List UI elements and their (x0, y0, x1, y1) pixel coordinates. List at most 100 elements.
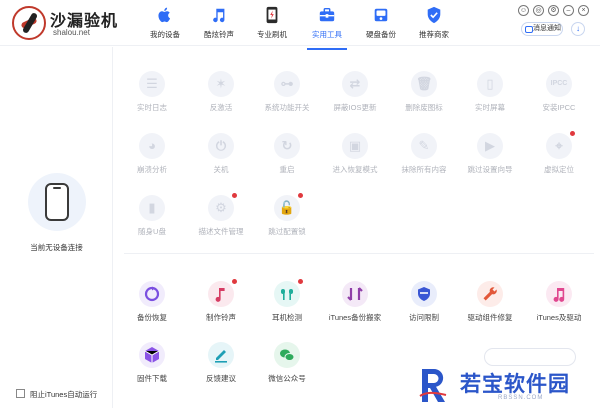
disk-backup-icon (374, 8, 388, 22)
tool-skip-config-lock[interactable]: 🔓 跳过配置锁 (254, 193, 320, 245)
tool-crash-analysis[interactable]: ◕ 崩溃分析 (119, 133, 185, 183)
watermark-subtext: RBSSN.COM (498, 395, 544, 401)
tool-usb-drive[interactable]: ▮ 随身U盘 (119, 195, 185, 245)
close-icon[interactable]: × (578, 5, 589, 16)
firmware-cube-icon (139, 342, 165, 368)
tool-label: 随身U盘 (138, 227, 166, 236)
tool-install-ipcc[interactable]: IPCC 安装IPCC (526, 71, 592, 121)
usb-icon: ▮ (139, 195, 165, 221)
wechat-icon (274, 342, 300, 368)
tool-label: 关机 (213, 165, 229, 174)
no-device-text: 当前无设备连接 (30, 243, 83, 252)
tool-label: 安装IPCC (542, 103, 576, 112)
tool-driver-repair[interactable]: 驱动组件修复 (457, 281, 523, 331)
badge-dot (232, 193, 237, 198)
phone-icon (45, 183, 69, 221)
trash-icon: 🗑 (411, 71, 437, 97)
skip-wizard-icon: ▶ (477, 133, 503, 159)
tool-label: 反馈建议 (206, 374, 236, 383)
tool-profile-manage[interactable]: ⚙ 描述文件管理 (188, 193, 254, 245)
download-icon[interactable]: ↓ (571, 22, 585, 36)
gear-icon: ⚙ (208, 193, 237, 221)
tool-erase-all[interactable]: ✎ 抹除所有内容 (391, 133, 457, 183)
tool-label: 访问限制 (409, 313, 439, 322)
tool-label: 备份恢复 (137, 313, 167, 322)
device-placeholder (28, 173, 86, 231)
tool-label: 耳机检测 (272, 313, 302, 322)
itunes-auto-label: 阻止iTunes自动运行 (30, 390, 98, 399)
nav-ringtones[interactable]: 酷炫铃声 (189, 6, 249, 46)
nav-tools[interactable]: 实用工具 (297, 6, 357, 50)
tool-label: 驱动组件修复 (467, 313, 513, 322)
shield-check-icon (427, 6, 441, 24)
tool-itunes-backup-move[interactable]: iTunes备份搬家 (322, 281, 388, 331)
tool-itunes-driver[interactable]: iTunes及驱动 (526, 281, 592, 331)
tool-delete-icons[interactable]: 🗑 删除废图标 (391, 71, 457, 121)
tool-label: 实时屏幕 (475, 103, 505, 112)
nav-flash[interactable]: 专业刷机 (242, 6, 302, 46)
minimize-icon[interactable]: – (563, 5, 574, 16)
tool-label: 删除废图标 (405, 103, 443, 112)
tool-label: 抹除所有内容 (401, 165, 447, 174)
itunes-auto-checkbox[interactable] (16, 389, 25, 398)
tool-label: 制作铃声 (206, 313, 236, 322)
tool-label: 虚拟定位 (544, 165, 574, 174)
watermark-logo-icon (419, 368, 447, 402)
tool-firmware-download[interactable]: 固件下载 (119, 342, 185, 392)
tool-label: 固件下载 (137, 374, 167, 383)
tool-label: 反激活 (209, 103, 233, 112)
tool-shutdown[interactable]: ⏻ 关机 (188, 133, 254, 183)
tool-earphone-test[interactable]: 耳机检测 (254, 279, 320, 331)
nav-my-device[interactable]: 我的设备 (135, 6, 195, 46)
earphones-icon (274, 279, 303, 307)
erase-icon: ✎ (411, 133, 437, 159)
screen-icon: ▯ (477, 71, 503, 97)
account-icon[interactable]: ☺ (518, 5, 529, 16)
tool-recovery-mode[interactable]: ▣ 进入恢复模式 (322, 133, 388, 183)
tool-label: 崩溃分析 (137, 165, 167, 174)
tool-skip-wizard[interactable]: ▶ 跳过设置向导 (457, 133, 523, 183)
tool-wechat[interactable]: 微信公众号 (254, 342, 320, 392)
recovery-icon: ▣ (342, 133, 368, 159)
tool-block-update[interactable]: ⇄ 屏蔽IOS更新 (322, 71, 388, 121)
tool-backup-restore[interactable]: 备份恢复 (119, 281, 185, 331)
tool-label: 描述文件管理 (198, 227, 244, 236)
log-icon: ☰ (139, 71, 165, 97)
nav-disk-backup[interactable]: 硬盘备份 (351, 6, 411, 46)
music-note-icon (213, 8, 225, 23)
tool-label: 重启 (279, 165, 295, 174)
nav-merchants[interactable]: 推荐商家 (404, 6, 464, 46)
section-divider (124, 253, 594, 254)
tool-label: 屏蔽IOS更新 (333, 103, 377, 112)
badge-dot (298, 279, 303, 284)
toolbox-icon (319, 7, 335, 22)
tool-virtual-location[interactable]: ⌖ 虚拟定位 (526, 131, 592, 183)
watermark-text: 若宝软件园 (460, 373, 570, 396)
tool-label: 进入恢复模式 (332, 165, 378, 174)
phone-flash-icon (266, 6, 278, 24)
tool-label: 实时日志 (137, 103, 167, 112)
nav-label: 推荐商家 (419, 30, 449, 39)
tool-label: iTunes备份搬家 (328, 313, 382, 322)
tool-realtime-log[interactable]: ☰ 实时日志 (119, 71, 185, 121)
block-update-icon: ⇄ (342, 71, 368, 97)
floating-search-pill[interactable] (484, 348, 576, 366)
tool-deactivate[interactable]: ✶ 反激活 (188, 71, 254, 121)
tool-label: 微信公众号 (268, 374, 306, 383)
tool-access-restriction[interactable]: 访问限制 (391, 281, 457, 331)
settings-icon[interactable]: ⚙ (548, 5, 559, 16)
tool-label: 跳过配置锁 (268, 227, 306, 236)
message-notify-button[interactable]: 消息通知 (521, 22, 563, 36)
badge-dot (298, 193, 303, 198)
tool-feedback[interactable]: 反馈建议 (188, 342, 254, 392)
tool-label: iTunes及驱动 (536, 313, 582, 322)
transfer-icon (342, 281, 368, 307)
tool-realtime-screen[interactable]: ▯ 实时屏幕 (457, 71, 523, 121)
tool-system-switch[interactable]: ⊶ 系统功能开关 (254, 71, 320, 121)
tool-make-ringtone[interactable]: 制作铃声 (188, 279, 254, 331)
toggle-icon: ⊶ (274, 71, 300, 97)
skin-icon[interactable]: ◎ (533, 5, 544, 16)
tool-restart[interactable]: ↻ 重启 (254, 133, 320, 183)
header-bar: 沙漏验机 shalou.net 我的设备 酷炫铃声 专业刷机 实用工具 硬盘备份… (0, 0, 600, 50)
tool-label: 跳过设置向导 (467, 165, 513, 174)
